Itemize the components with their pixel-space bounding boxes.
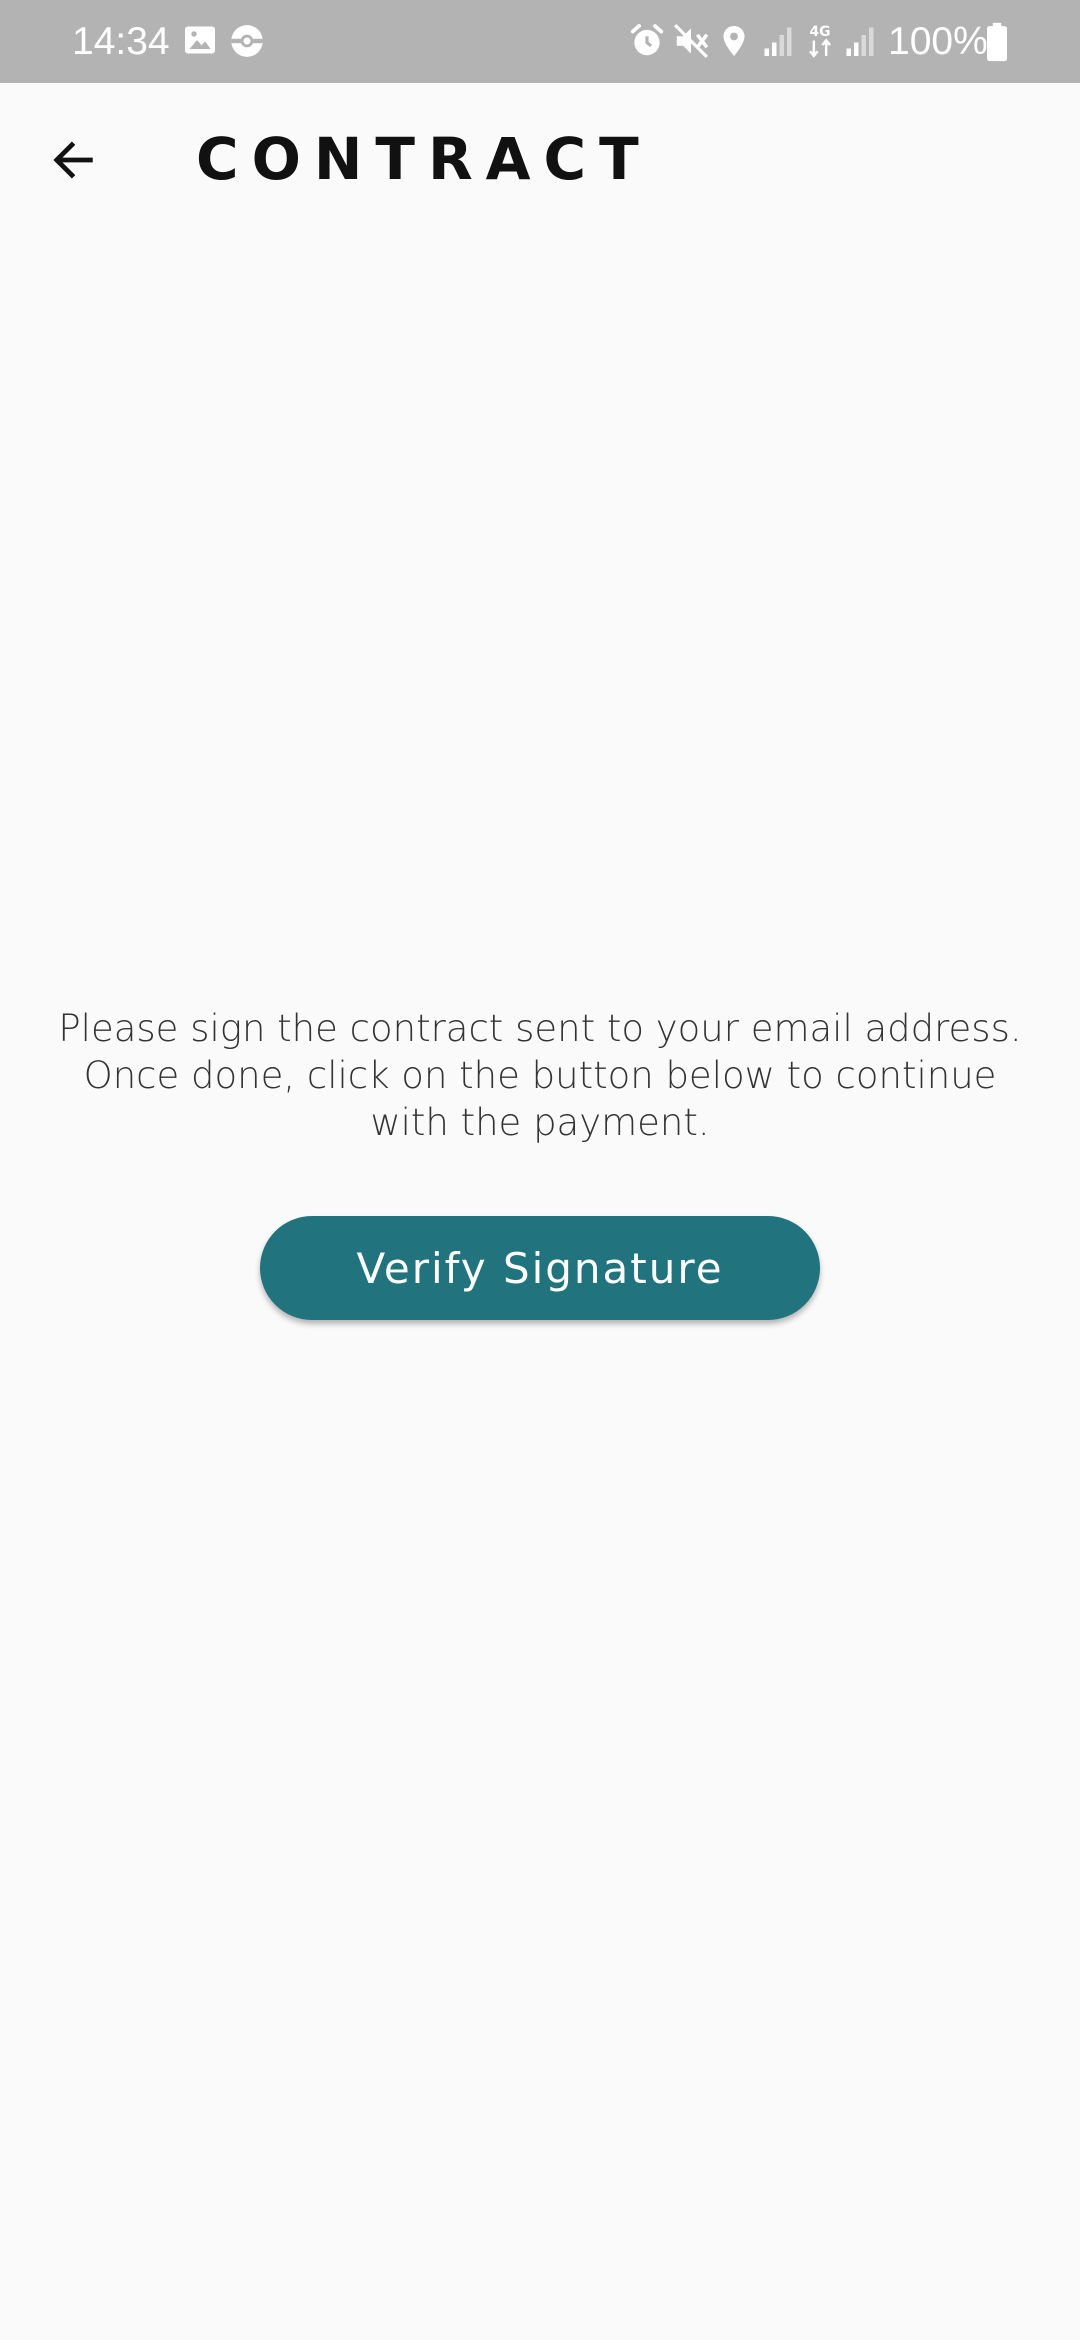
verify-signature-button[interactable]: Verify Signature <box>260 1216 820 1320</box>
status-bar: 14:34 4G 100% <box>0 0 1080 83</box>
alarm-icon <box>628 22 668 62</box>
battery-percentage: 100% <box>888 20 988 63</box>
signal-icon <box>842 22 882 62</box>
battery-icon <box>984 22 1024 62</box>
status-time: 14:34 <box>72 20 170 63</box>
gallery-icon <box>182 22 222 62</box>
page-title: CONTRACT <box>196 125 652 193</box>
sync-icon <box>228 22 268 62</box>
svg-text:4G: 4G <box>810 24 831 40</box>
signal-icon <box>760 22 800 62</box>
mute-icon <box>672 22 712 62</box>
arrow-back-icon <box>53 141 93 179</box>
back-button[interactable] <box>36 123 110 197</box>
instructions-text: Please sign the contract sent to your em… <box>58 1007 1022 1144</box>
app-bar: CONTRACT <box>0 83 1080 233</box>
location-icon <box>716 22 756 62</box>
4g-icon: 4G <box>804 22 844 62</box>
